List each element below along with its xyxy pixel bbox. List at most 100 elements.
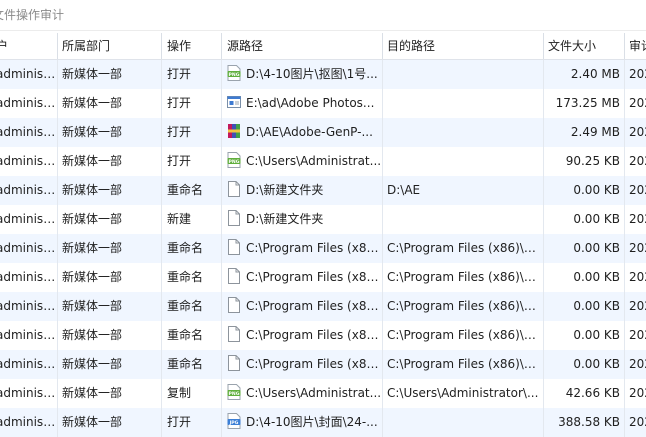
table-row[interactable]: administra...新媒体一部打开 JPG D:\4-10图片\封面\24-.… — [0, 408, 646, 437]
blank-file-icon — [227, 181, 246, 197]
column-header-src[interactable]: 源路径 — [222, 33, 383, 59]
cell-op: 重命名 — [162, 292, 222, 321]
cell-src-text: C:\Program Files (x86... — [246, 299, 383, 313]
cell-user: administra... — [0, 234, 58, 263]
cell-dept: 新媒体一部 — [58, 205, 162, 234]
column-header-dst[interactable]: 目的路径 — [383, 33, 544, 59]
cell-user: administra... — [0, 379, 58, 408]
cell-audit: 202 — [629, 328, 646, 342]
table-row[interactable]: administra...新媒体一部重命名 D:\新建文件夹 D:\AE0.00 K… — [0, 176, 646, 205]
table-row[interactable]: administra...新媒体一部打开 D:\AE\Adobe-GenP-...… — [0, 118, 646, 147]
table-row[interactable]: administra...新媒体一部重命名 C:\Program Files (x… — [0, 292, 646, 321]
cell-src: D:\AE\Adobe-GenP-... — [222, 118, 383, 147]
cell-size: 0.00 KB — [544, 234, 625, 263]
column-header-size[interactable]: 文件大小 — [544, 33, 625, 59]
svg-text:JPG: JPG — [229, 420, 239, 426]
table-row[interactable]: administra...新媒体一部重命名 C:\Program Files (x… — [0, 350, 646, 379]
column-header-dept[interactable]: 所属部门 — [58, 33, 162, 59]
table-row[interactable]: administra...新媒体一部打开 E:\ad\Adobe Photos..… — [0, 89, 646, 118]
cell-dst — [383, 89, 544, 118]
cell-op: 重命名 — [162, 176, 222, 205]
cell-audit: 202 — [629, 415, 646, 429]
cell-src-text: C:\Program Files (x86... — [246, 357, 383, 371]
cell-audit: 202 — [629, 270, 646, 284]
winrar-archive-icon — [227, 124, 246, 139]
cell-user: administra... — [0, 350, 58, 379]
cell-dst — [383, 147, 544, 176]
cell-op: 打开 — [162, 408, 222, 437]
cell-dst: D:\AE — [383, 176, 544, 205]
svg-text:PNG: PNG — [229, 159, 240, 165]
cell-user: administra... — [0, 176, 58, 205]
cell-src: C:\Program Files (x86... — [222, 350, 383, 379]
blank-file-icon — [227, 355, 246, 371]
cell-user: administra... — [0, 408, 58, 437]
png-file-icon: PNG — [227, 152, 246, 168]
cell-src-text: E:\ad\Adobe Photos... — [246, 96, 375, 110]
table-row[interactable]: administra...新媒体一部新建 D:\新建文件夹 0.00 KB 202 — [0, 205, 646, 234]
cell-size: 42.66 KB — [544, 379, 625, 408]
cell-audit: 202 — [629, 125, 646, 139]
cell-dept: 新媒体一部 — [58, 176, 162, 205]
cell-size: 388.58 KB — [544, 408, 625, 437]
cell-src: JPG D:\4-10图片\封面\24-... — [222, 408, 383, 437]
cell-dst — [383, 60, 544, 89]
cell-op: 重命名 — [162, 350, 222, 379]
cell-size: 90.25 KB — [544, 147, 625, 176]
cell-dst: C:\Program Files (x86)\C... — [383, 292, 544, 321]
cell-src-text: C:\Users\Administrat... — [246, 154, 382, 168]
cell-dst: C:\Program Files (x86)\C... — [383, 350, 544, 379]
jpg-file-icon: JPG — [227, 413, 246, 429]
cell-audit: 202 — [629, 67, 646, 81]
cell-op: 重命名 — [162, 263, 222, 292]
cell-src: C:\Program Files (x86... — [222, 234, 383, 263]
cell-user: administra... — [0, 321, 58, 350]
svg-text:PNG: PNG — [229, 72, 240, 78]
cell-src: C:\Program Files (x86... — [222, 263, 383, 292]
cell-op: 打开 — [162, 60, 222, 89]
cell-user: administra... — [0, 292, 58, 321]
table-row[interactable]: administra...新媒体一部复制 PNG C:\Users\Administ… — [0, 379, 646, 408]
cell-src-text: D:\新建文件夹 — [246, 212, 324, 226]
table-row[interactable]: administra...新媒体一部重命名 C:\Program Files (x… — [0, 321, 646, 350]
table-row[interactable]: administra...新媒体一部重命名 C:\Program Files (x… — [0, 234, 646, 263]
cell-src-text: C:\Program Files (x86... — [246, 328, 383, 342]
table-row[interactable]: administra...新媒体一部重命名 C:\Program Files (x… — [0, 263, 646, 292]
cell-src-text: D:\AE\Adobe-GenP-... — [246, 125, 373, 139]
cell-src: PNG D:\4-10图片\抠图\1号... — [222, 60, 383, 89]
column-header-audit[interactable]: 审计 — [625, 33, 646, 59]
png-file-icon: PNG — [227, 65, 246, 81]
cell-size: 0.00 KB — [544, 350, 625, 379]
cell-op: 新建 — [162, 205, 222, 234]
cell-dst: C:\Program Files (x86)\C... — [383, 263, 544, 292]
cell-dept: 新媒体一部 — [58, 118, 162, 147]
table-row[interactable]: administra...新媒体一部打开 PNG C:\Users\Administ… — [0, 147, 646, 176]
cell-size: 0.00 KB — [544, 205, 625, 234]
cell-user: administra... — [0, 147, 58, 176]
cell-audit: 202 — [629, 357, 646, 371]
cell-dept: 新媒体一部 — [58, 263, 162, 292]
cell-dst: C:\Program Files (x86)\C... — [383, 234, 544, 263]
cell-dept: 新媒体一部 — [58, 89, 162, 118]
cell-size: 2.40 MB — [544, 60, 625, 89]
cell-size: 0.00 KB — [544, 176, 625, 205]
cell-src-text: C:\Program Files (x86... — [246, 270, 383, 284]
cell-dst — [383, 205, 544, 234]
audit-table: 户 所属部门 操作 源路径 目的路径 文件大小 审计 administra...… — [0, 33, 646, 437]
column-header-op[interactable]: 操作 — [162, 33, 222, 59]
cell-src: E:\ad\Adobe Photos... — [222, 89, 383, 118]
cell-src-text: D:\4-10图片\抠图\1号... — [246, 67, 378, 81]
cell-audit: 202 — [629, 212, 646, 226]
cell-audit: 202 — [629, 299, 646, 313]
cell-dept: 新媒体一部 — [58, 60, 162, 89]
cell-src: D:\新建文件夹 — [222, 205, 383, 234]
cell-src-text: C:\Program Files (x86... — [246, 241, 383, 255]
cell-dept: 新媒体一部 — [58, 321, 162, 350]
cell-size: 2.49 MB — [544, 118, 625, 147]
cell-audit: 202 — [629, 96, 646, 110]
cell-src: PNG C:\Users\Administrat... — [222, 379, 383, 408]
cell-dept: 新媒体一部 — [58, 234, 162, 263]
window-title-bar: 文件操作审计 — [0, 0, 646, 31]
table-row[interactable]: administra...新媒体一部打开 PNG D:\4-10图片\抠图\1号..… — [0, 60, 646, 89]
column-header-user[interactable]: 户 — [0, 33, 58, 59]
